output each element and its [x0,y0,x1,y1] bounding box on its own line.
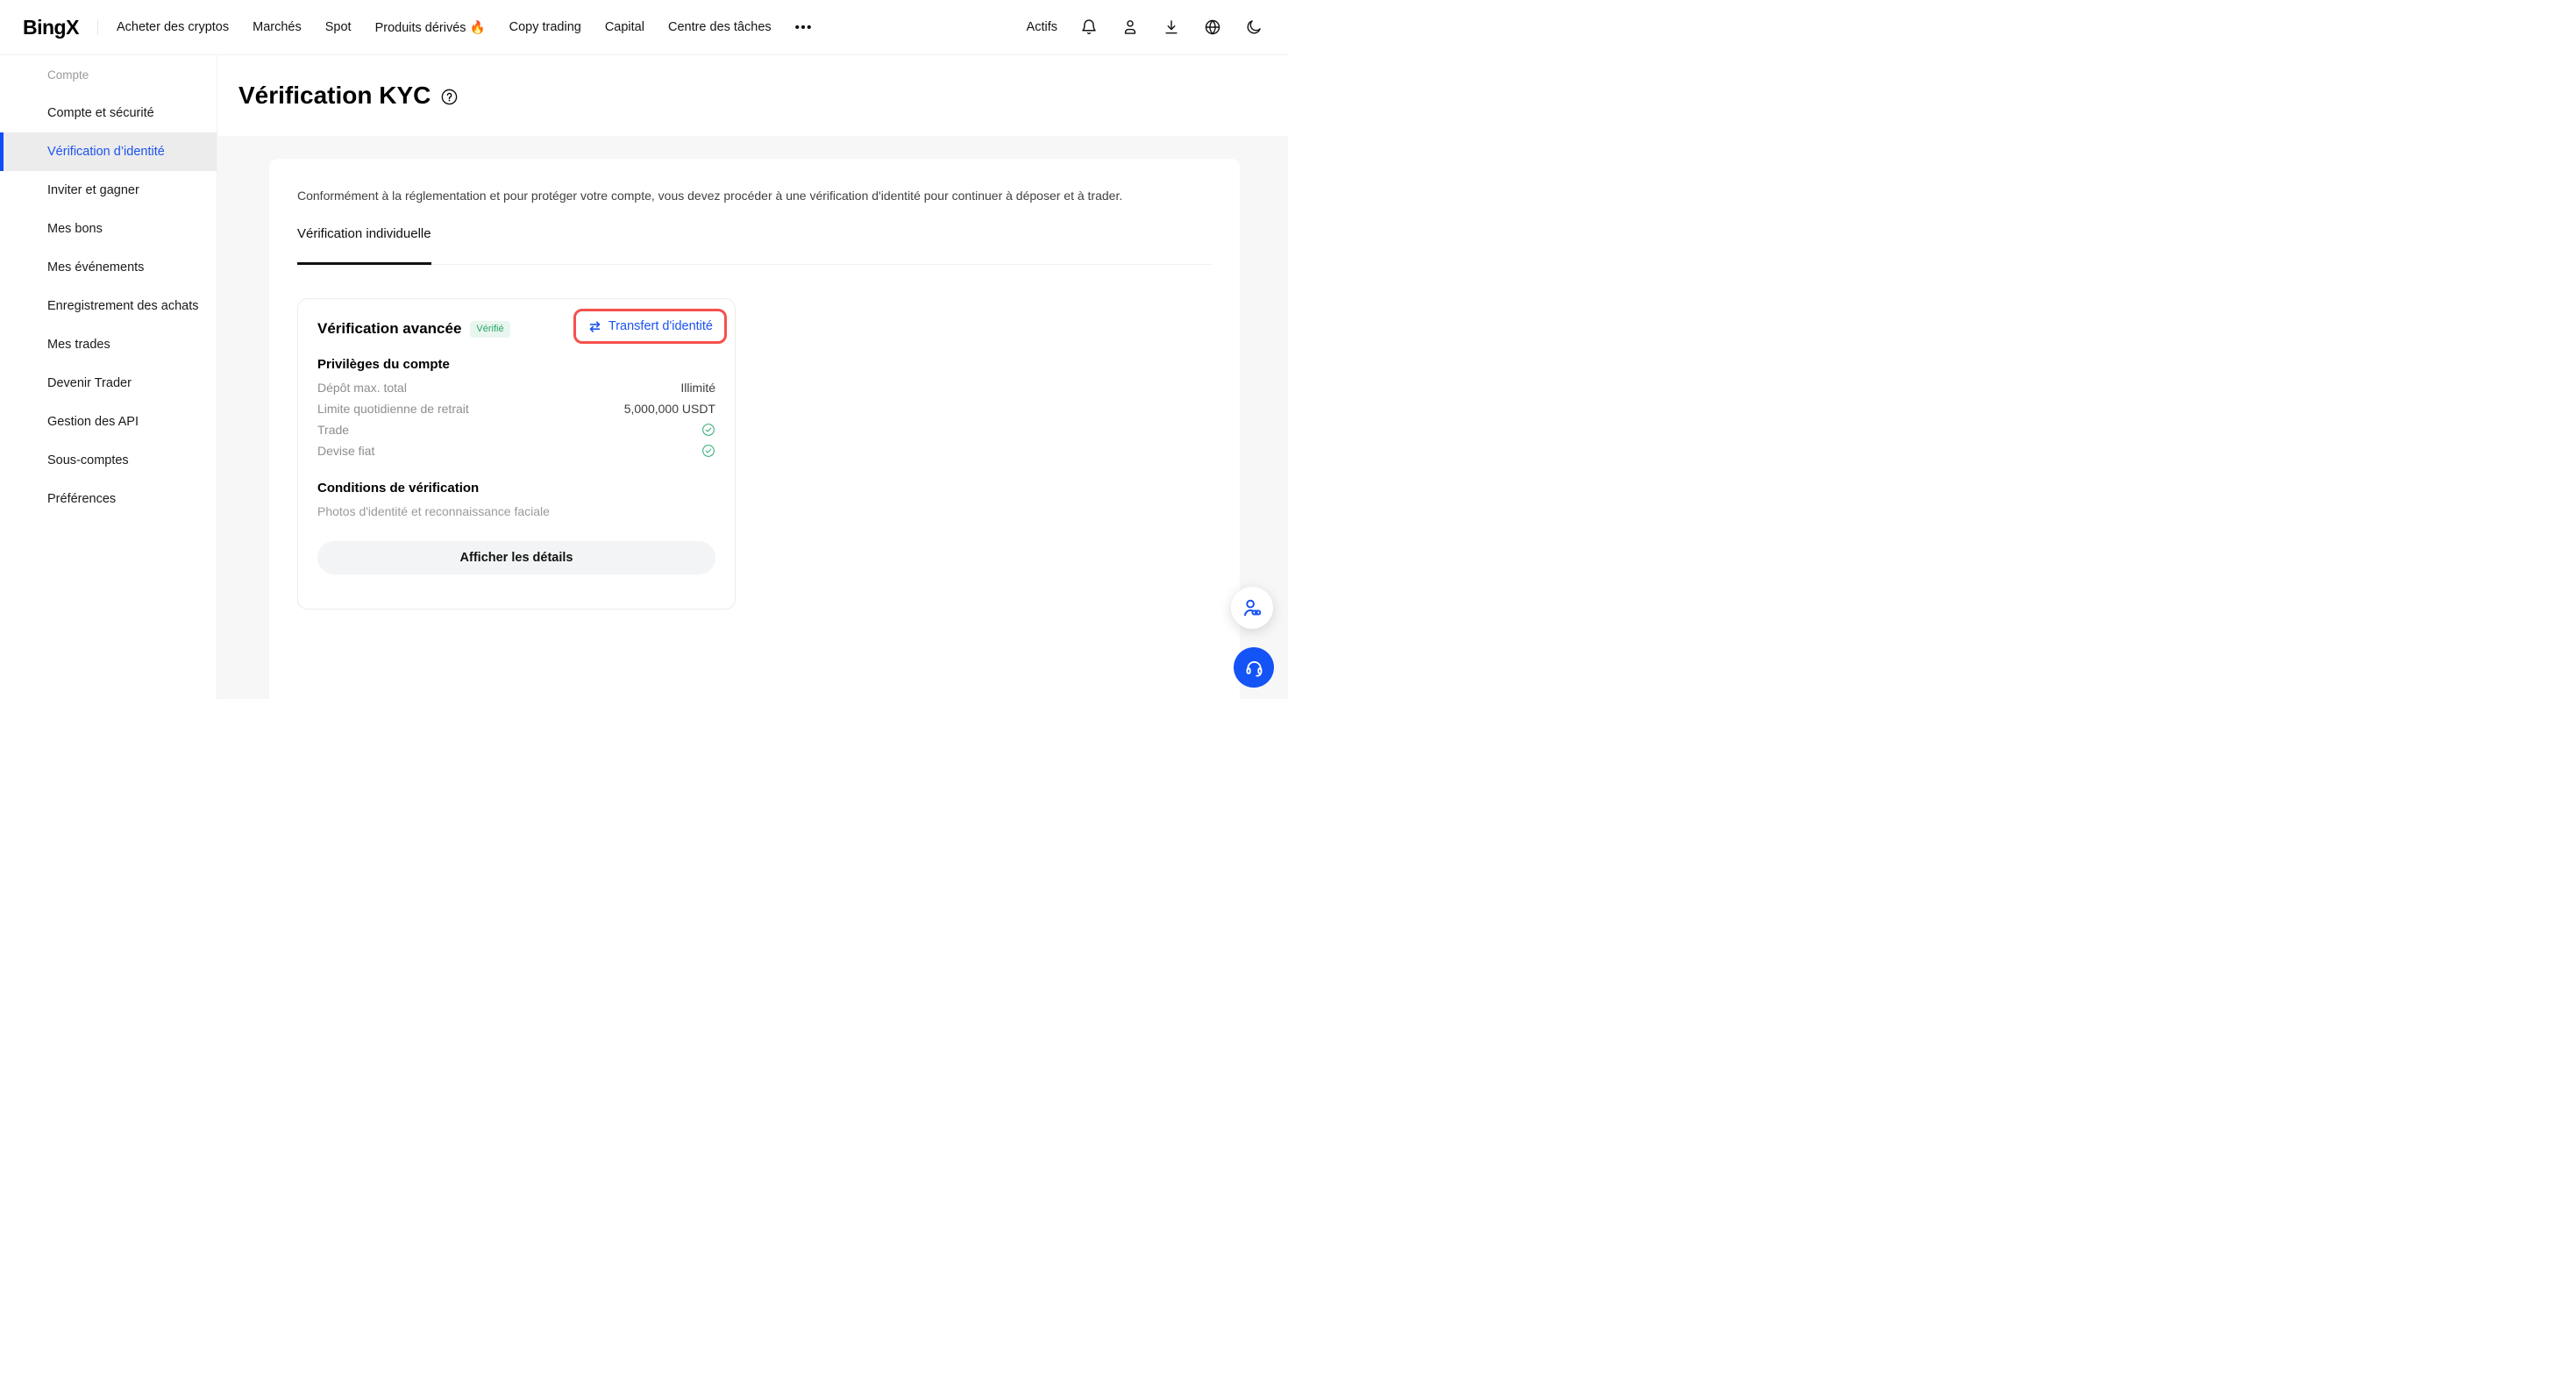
row-devise-fiat: Devise fiat [317,440,715,461]
verification-tabs: Vérification individuelle [297,226,1212,265]
navbar-left: BingX Acheter des cryptos Marchés Spot P… [23,16,813,39]
sidebar-item-sous-comptes[interactable]: Sous-comptes [0,441,217,480]
card-title: Vérification avancée [317,320,461,338]
kyc-verification-page: BingX Acheter des cryptos Marchés Spot P… [0,0,1288,699]
sidebar-section-compte: Compte [0,55,217,94]
privileges-title: Privilèges du compte [317,357,715,372]
row-limite-retrait: Limite quotidienne de retrait 5,000,000 … [317,398,715,419]
row-label: Devise fiat [317,444,374,458]
sidebar-item-mes-evenements[interactable]: Mes événements [0,248,217,287]
nav-item-actifs[interactable]: Actifs [1027,20,1057,34]
nav-item-marches[interactable]: Marchés [253,20,302,34]
kyc-panel: Conformément à la réglementation et pour… [269,159,1240,699]
sidebar-item-gestion-des-api[interactable]: Gestion des API [0,403,217,441]
swap-arrows-icon [587,319,602,334]
profile-icon[interactable] [1121,18,1140,37]
row-label: Dépôt max. total [317,381,407,395]
sidebar-item-enregistrement-des-achats[interactable]: Enregistrement des achats [0,287,217,325]
sidebar-item-verification-identite[interactable]: Vérification d’identité [0,132,217,171]
row-depot-max: Dépôt max. total Illimité [317,377,715,398]
bell-icon[interactable] [1079,18,1099,37]
nav-divider [97,19,98,35]
sidebar-item-compte-et-securite[interactable]: Compte et sécurité [0,94,217,132]
conditions-title: Conditions de vérification [317,481,715,496]
nav-item-acheter-des-cryptos[interactable]: Acheter des cryptos [117,20,229,34]
sidebar-item-preferences[interactable]: Préférences [0,480,217,518]
identity-transfer-button[interactable]: Transfert d'identité [587,319,713,334]
row-label: Trade [317,423,349,437]
support-fab-button[interactable] [1234,647,1274,688]
page-title-band: Vérification KYC [217,55,1288,136]
nav-item-capital[interactable]: Capital [605,20,644,34]
referral-link-icon [1242,597,1263,619]
navbar-right: Actifs [1027,18,1263,37]
row-trade: Trade [317,419,715,440]
page-shell: Compte Compte et sécurité Vérification d… [0,55,1288,699]
headset-icon [1244,658,1264,678]
regulation-notice: Conformément à la réglementation et pour… [297,189,1212,203]
row-value: Illimité [680,381,715,395]
advanced-verification-card: Vérification avancée Vérifié Transfert d… [297,298,736,610]
check-circle-icon [701,444,715,458]
conditions-text: Photos d'identité et reconnaissance faci… [317,504,715,518]
bingx-logo[interactable]: BingX [23,16,79,39]
privileges-rows: Dépôt max. total Illimité Limite quotidi… [317,377,715,461]
content-background: Conformément à la réglementation et pour… [217,136,1288,699]
sidebar-item-devenir-trader[interactable]: Devenir Trader [0,364,217,403]
nav-more-button[interactable]: ••• [795,20,813,35]
nav-item-copy-trading[interactable]: Copy trading [509,20,581,34]
page-title: Vérification KYC [238,82,431,110]
globe-icon[interactable] [1203,18,1222,37]
main-nav-menu: Acheter des cryptos Marchés Spot Produit… [117,20,813,35]
referral-fab-button[interactable] [1231,587,1273,629]
moon-icon[interactable] [1244,18,1263,37]
nav-item-spot[interactable]: Spot [325,20,352,34]
identity-transfer-label: Transfert d'identité [608,319,713,333]
check-circle-icon [701,423,715,437]
sidebar-item-mes-bons[interactable]: Mes bons [0,210,217,248]
main-content: Vérification KYC Conformément à la régle… [217,55,1288,699]
question-circle-icon[interactable] [440,88,459,106]
row-label: Limite quotidienne de retrait [317,402,469,416]
annotation-highlight-box: Transfert d'identité [573,309,727,344]
top-navbar: BingX Acheter des cryptos Marchés Spot P… [0,0,1288,55]
row-value: 5,000,000 USDT [624,402,715,416]
show-details-button[interactable]: Afficher les détails [317,541,715,574]
sidebar-item-inviter-et-gagner[interactable]: Inviter et gagner [0,171,217,210]
nav-item-centre-des-taches[interactable]: Centre des tâches [668,20,772,34]
sidebar-item-mes-trades[interactable]: Mes trades [0,325,217,364]
nav-item-produits-derives[interactable]: Produits dérivés 🔥 [375,20,486,35]
tab-verification-individuelle[interactable]: Vérification individuelle [297,226,431,265]
account-sidebar: Compte Compte et sécurité Vérification d… [0,55,217,699]
download-icon[interactable] [1162,18,1181,37]
verified-status-badge: Vérifié [470,321,509,338]
